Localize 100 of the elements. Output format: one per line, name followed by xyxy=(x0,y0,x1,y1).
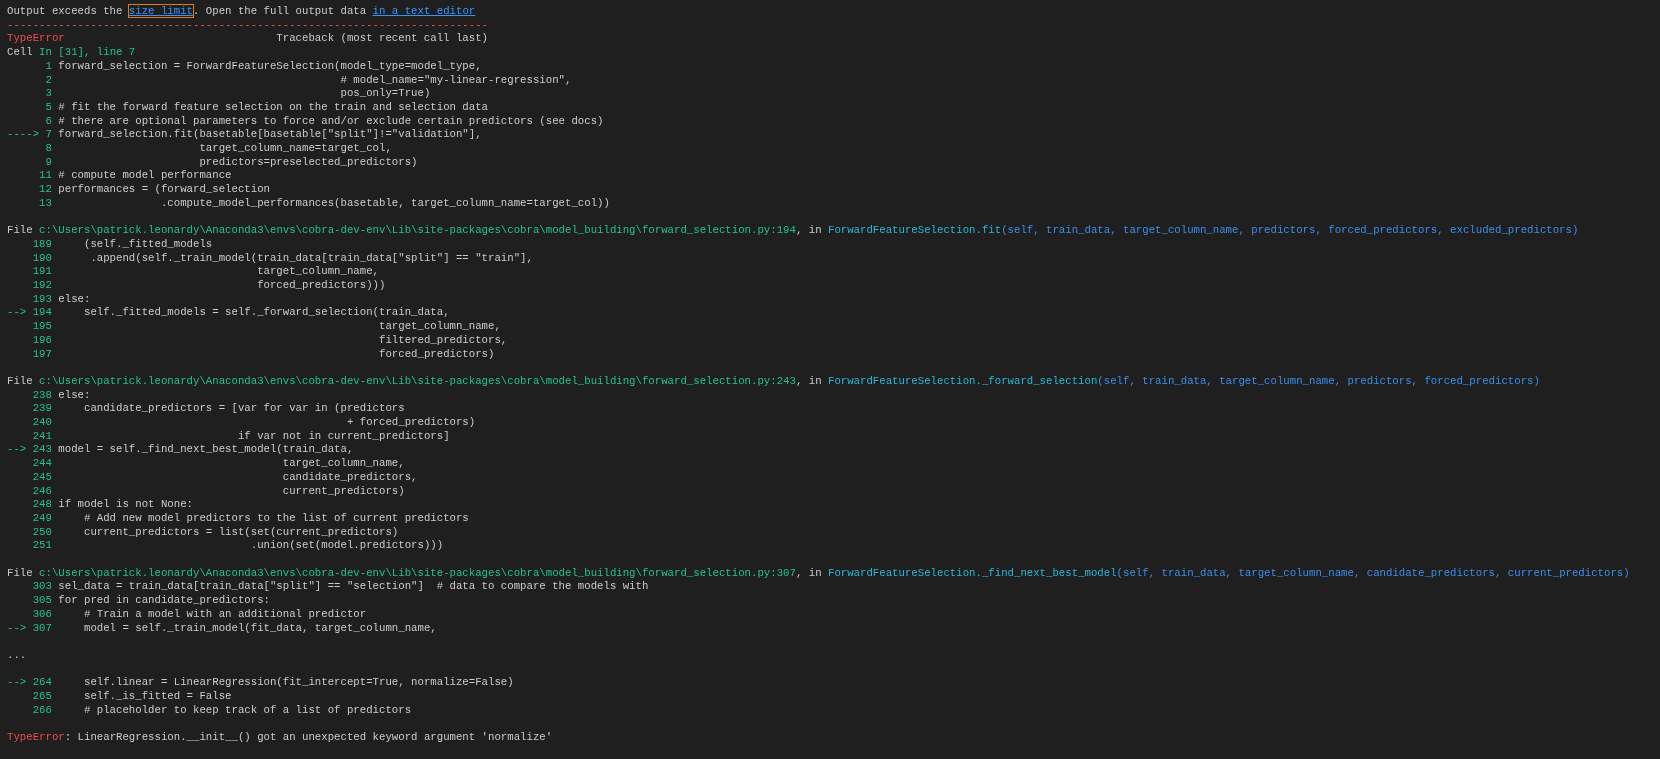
code-text: pos_only=True) xyxy=(339,87,431,100)
code-text: else: xyxy=(58,292,91,305)
output-notice: Output exceeds the size limit. Open the full output data in a text editor xyxy=(7,5,477,19)
line-number: 305 xyxy=(32,594,52,607)
file-label: File xyxy=(7,374,33,387)
function-name: ForwardFeatureSelection._forward_selection xyxy=(827,374,1098,387)
function-signature: (self, train_data, target_column_name, candidate_predictors, current_predictors) xyxy=(1116,566,1630,579)
line-number: 241 xyxy=(32,429,52,442)
exception-type: TypeError xyxy=(7,32,65,47)
line-number: 239 xyxy=(32,402,52,415)
line-number: 264 xyxy=(32,676,52,689)
file-path: c:\Users\patrick.leonardy\Anaconda3\envs\cobra-dev-env\Lib\site-packages\cobra\model_building\forward_selection.py:194 xyxy=(39,224,796,237)
current-line-arrow: --> xyxy=(7,443,27,458)
line-number: 246 xyxy=(32,484,52,497)
line-number: 5 xyxy=(45,100,52,113)
line-number: 244 xyxy=(32,457,52,470)
code-text: .append(self._train_model(train_data[train_data["split"] == "train"], xyxy=(89,251,533,264)
error-message: : LinearRegression.__init__() got an unexpected keyword argument 'normalize' xyxy=(64,731,553,744)
code-text: performances = (forward_selection xyxy=(58,183,270,196)
line-number: 307 xyxy=(32,621,52,634)
code-text: target_column_name=target_col, xyxy=(198,142,392,155)
line-number: 189 xyxy=(32,237,52,250)
code-text: target_column_name, xyxy=(378,320,501,333)
line-number: 193 xyxy=(32,292,52,305)
traceback-label: Traceback (most recent call last) xyxy=(276,32,488,47)
cell-label: Cell xyxy=(7,46,33,59)
line-number: 265 xyxy=(32,690,52,703)
error-type: TypeError xyxy=(7,731,65,744)
line-number: 7 xyxy=(45,128,52,141)
file-label: File xyxy=(7,224,33,237)
code-text: # compute model performance xyxy=(58,169,232,182)
function-name: ForwardFeatureSelection.fit xyxy=(827,224,1002,237)
code-text: # placeholder to keep track of a list of predictors xyxy=(82,703,412,716)
in-label: , in xyxy=(795,374,822,387)
code-text: forward_selection.fit(basetable[basetable["split"]!="validation"], xyxy=(58,128,482,141)
line-number: 197 xyxy=(32,347,52,360)
file-path: c:\Users\patrick.leonardy\Anaconda3\envs\cobra-dev-env\Lib\site-packages\cobra\model_building\forward_selection.py:243 xyxy=(39,374,796,387)
code-text: forced_predictors))) xyxy=(256,279,386,292)
line-number: 190 xyxy=(32,251,52,264)
code-text: if model is not None: xyxy=(58,498,193,511)
line-number: 11 xyxy=(39,169,52,182)
line-number: 2 xyxy=(45,73,52,86)
code-text: sel_data = train_data[train_data["split"] == "selection"] # data to compare the models with xyxy=(58,580,649,593)
code-text: forward_selection = ForwardFeatureSelection(model_type=model_type, xyxy=(58,59,482,72)
current-line-arrow: --> xyxy=(7,621,27,636)
current-line-arrow: --> xyxy=(7,676,27,691)
current-line-arrow: ----> xyxy=(7,128,40,143)
function-signature: (self, train_data, target_column_name, predictors, forced_predictors, excluded_predictors) xyxy=(1001,224,1579,237)
code-text: # model_name="my-linear-regression", xyxy=(339,73,572,86)
output-link[interactable]: size limit xyxy=(128,5,193,17)
code-text: model = self._train_model(fit_data, target_column_name, xyxy=(82,621,437,634)
line-number: 303 xyxy=(32,580,52,593)
line-number: 195 xyxy=(32,320,52,333)
file-label: File xyxy=(7,566,33,579)
line-number: 248 xyxy=(32,498,52,511)
code-text: candidate_predictors, xyxy=(281,470,418,483)
code-text: .compute_model_performances(basetable, target_column_name=target_col)) xyxy=(159,196,610,209)
code-text: # there are optional parameters to force and/or exclude certain predictors (see docs) xyxy=(58,114,604,127)
function-name: ForwardFeatureSelection._find_next_best_model xyxy=(827,566,1117,579)
line-number: 194 xyxy=(32,306,52,319)
line-number: 13 xyxy=(39,196,52,209)
line-number: 250 xyxy=(32,525,52,538)
code-text: # Add new model predictors to the list of current predictors xyxy=(82,512,469,524)
function-signature: (self, train_data, target_column_name, predictors, forced_predictors) xyxy=(1097,374,1540,387)
code-text: .union(set(model.predictors))) xyxy=(249,539,444,552)
code-text: (self._fitted_models xyxy=(82,237,213,250)
line-number: 306 xyxy=(32,607,52,620)
code-text: target_column_name, xyxy=(281,457,405,470)
code-text: self._fitted_models = self._forward_selection(train_data, xyxy=(82,306,450,319)
code-text: for pred in candidate_predictors: xyxy=(58,594,270,607)
separator-line: --------------------------------------------------------------------------- xyxy=(7,18,490,33)
current-line-arrow: --> xyxy=(7,306,27,321)
code-text: current_predictors) xyxy=(281,484,405,497)
code-text: model = self._find_next_best_model(train_data, xyxy=(58,443,354,456)
file-path: c:\Users\patrick.leonardy\Anaconda3\envs\cobra-dev-env\Lib\site-packages\cobra\model_building\forward_selection.py:307 xyxy=(39,566,796,579)
ellipsis-text: ... xyxy=(7,649,28,663)
code-text: + forced_predictors) xyxy=(345,416,476,429)
code-text: current_predictors = list(set(current_predictors) xyxy=(82,525,399,538)
code-text: target_column_name, xyxy=(256,265,379,278)
line-number: 266 xyxy=(32,703,52,716)
line-number: 3 xyxy=(45,87,52,100)
line-number: 6 xyxy=(45,114,52,127)
code-text: else: xyxy=(58,388,91,401)
code-text: candidate_predictors = [var for var in (predictors xyxy=(82,402,405,415)
line-number: 238 xyxy=(32,388,52,401)
code-text: if var not in current_predictors] xyxy=(236,429,450,442)
code-text: predictors=preselected_predictors) xyxy=(198,155,418,168)
line-number: 1 xyxy=(45,59,52,72)
code-text: # fit the forward feature selection on the train and selection data xyxy=(58,100,489,113)
line-number: 8 xyxy=(45,142,52,155)
code-text: filtered_predictors, xyxy=(378,333,508,346)
line-number: 9 xyxy=(45,155,52,168)
line-number: 240 xyxy=(32,416,52,429)
code-text: self.linear = LinearRegression(fit_intercept=True, normalize=False) xyxy=(82,676,514,689)
line-number: 245 xyxy=(32,470,52,483)
line-number: 196 xyxy=(32,333,52,346)
code-text: self._is_fitted = False xyxy=(82,690,232,703)
output-link[interactable]: in a text editor xyxy=(372,5,476,17)
line-number: 243 xyxy=(32,443,52,456)
cell-location: In [31], line 7 xyxy=(39,46,136,59)
